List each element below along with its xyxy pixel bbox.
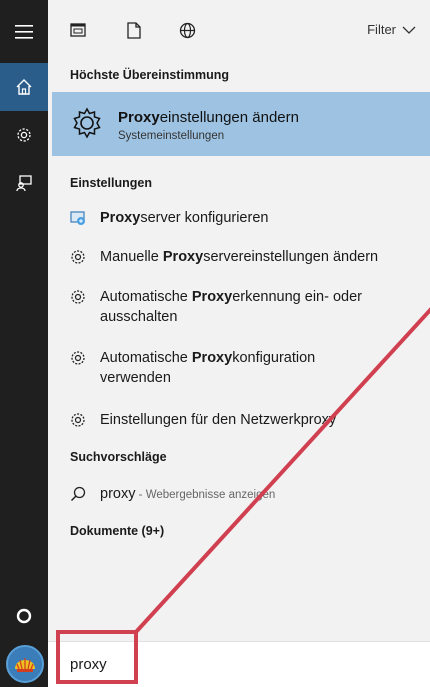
results-toolbar: Filter [48, 0, 430, 56]
cortana-icon[interactable] [0, 592, 48, 640]
suggestions-heading: Suchvorschläge [70, 450, 167, 464]
document-view-icon[interactable] [66, 18, 90, 42]
filter-label: Filter [367, 22, 396, 37]
chevron-down-icon [402, 26, 416, 34]
search-icon [70, 486, 86, 502]
gear-icon [71, 351, 85, 365]
settings-gear-icon [73, 107, 101, 139]
gear-icon [71, 290, 85, 304]
network-proxy-icon [70, 211, 85, 225]
best-match-heading: Höchste Übereinstimmung [70, 68, 230, 82]
gear-icon [71, 413, 85, 427]
settings-heading: Einstellungen [70, 176, 152, 190]
blank-document-icon[interactable] [122, 18, 146, 42]
avatar[interactable] [6, 645, 44, 683]
globe-icon[interactable] [175, 18, 199, 42]
left-rail [0, 0, 48, 687]
best-match-result[interactable]: Proxyeinstellungen ändern Systemeinstell… [52, 92, 430, 156]
filter-button[interactable]: Filter [367, 22, 416, 37]
hamburger-menu-icon[interactable] [0, 8, 48, 56]
best-match-subtitle: Systemeinstellungen [118, 130, 225, 142]
gear-icon [71, 250, 85, 264]
annotation-highlight-box [56, 630, 138, 684]
search-results-panel: Filter Höchste Übereinstimmung Proxyeins… [48, 0, 430, 641]
feedback-icon[interactable] [0, 159, 48, 207]
home-icon[interactable] [0, 63, 48, 111]
best-match-title: Proxyeinstellungen ändern [118, 109, 299, 126]
documents-heading[interactable]: Dokumente (9+) [70, 524, 164, 538]
settings-gear-icon[interactable] [0, 111, 48, 159]
